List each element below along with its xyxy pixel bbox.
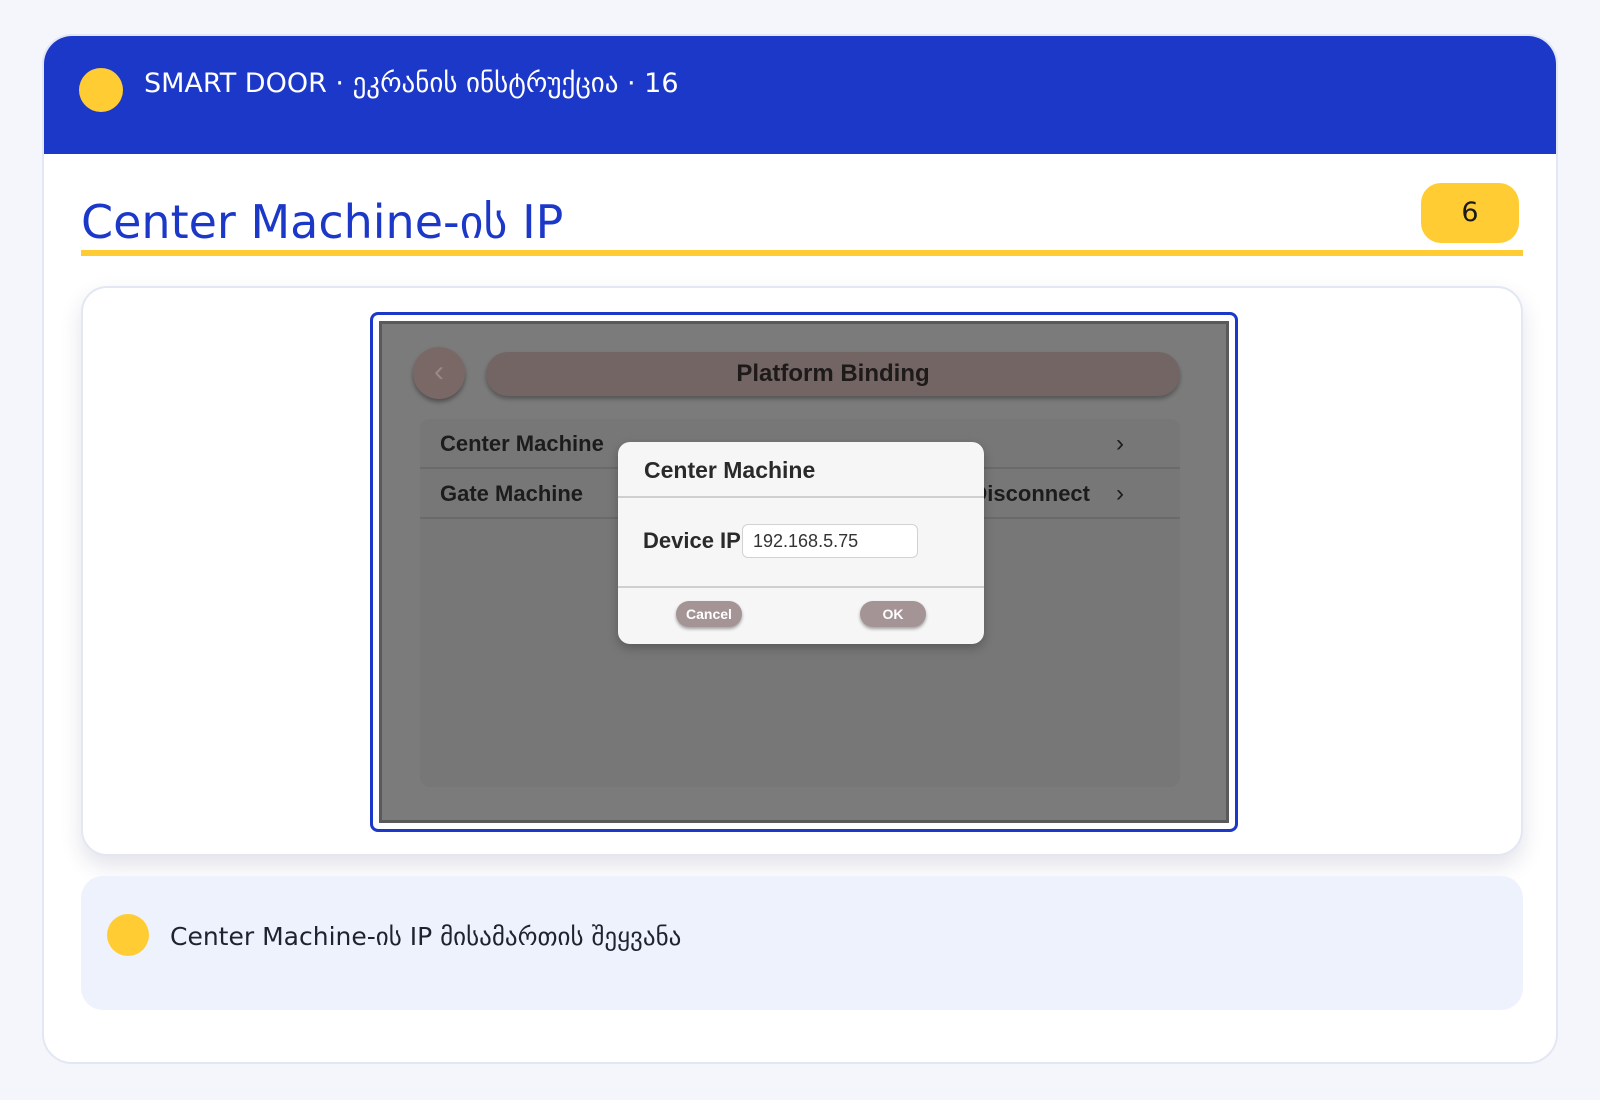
row-status: Disconnect xyxy=(971,481,1090,506)
screenshot-panel: ‹ Platform Binding Center Machine › Gate… xyxy=(81,286,1523,856)
device-ip-input[interactable] xyxy=(742,524,918,558)
screenshot-frame: ‹ Platform Binding Center Machine › Gate… xyxy=(370,312,1238,832)
title-underline xyxy=(81,250,1523,256)
back-button[interactable]: ‹ xyxy=(413,347,465,399)
row-label: Gate Machine xyxy=(440,481,584,506)
platform-binding-title-bar: Platform Binding xyxy=(486,352,1180,396)
device-ip-label: Device IP xyxy=(643,528,741,553)
header-title: SMART DOOR · ეკრანის ინსტრუქცია · 16 xyxy=(144,68,679,99)
step-number-badge: 6 xyxy=(1421,183,1519,243)
dialog-divider xyxy=(618,586,984,588)
header-bar: SMART DOOR · ეკრანის ინსტრუქცია · 16 xyxy=(44,36,1556,154)
chevron-right-icon: › xyxy=(1116,480,1124,507)
note-box: Center Machine-ის IP მისამართის შეყვანა xyxy=(81,876,1523,1010)
center-machine-dialog: Center Machine Device IP Cancel OK xyxy=(618,442,984,644)
screen-title: Platform Binding xyxy=(736,360,930,387)
device-screen: ‹ Platform Binding Center Machine › Gate… xyxy=(379,321,1229,823)
header-dot-icon xyxy=(79,68,123,112)
note-bullet-icon xyxy=(107,914,149,956)
ok-button[interactable]: OK xyxy=(860,601,926,627)
page-title: Center Machine-ის IP xyxy=(81,195,564,249)
dialog-title: Center Machine xyxy=(644,457,816,483)
row-label: Center Machine xyxy=(440,431,604,456)
chevron-left-icon: ‹ xyxy=(434,355,444,388)
chevron-right-icon: › xyxy=(1116,430,1124,457)
instruction-card: SMART DOOR · ეკრანის ინსტრუქცია · 16 Cen… xyxy=(42,34,1558,1064)
cancel-button[interactable]: Cancel xyxy=(676,601,742,627)
note-text: Center Machine-ის IP მისამართის შეყვანა xyxy=(170,922,682,951)
dialog-divider xyxy=(618,496,984,498)
